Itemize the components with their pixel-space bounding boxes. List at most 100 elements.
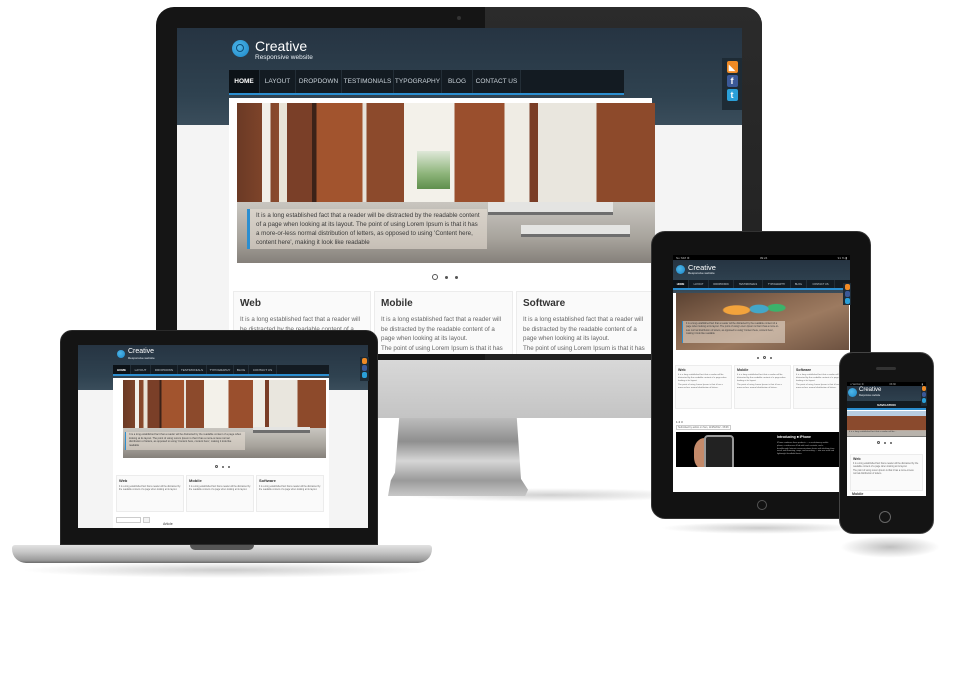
laptop-screen: Creative Responsive website HOME LAYOUT … (78, 345, 368, 528)
twitter-icon[interactable] (844, 298, 850, 304)
feature-column-web: Web It is a long established fact that a… (675, 365, 732, 409)
hero-slider[interactable]: It is a long established fact that a rea… (123, 380, 326, 458)
column-text: It is a long established fact that a rea… (853, 463, 919, 469)
slide-dot-2[interactable] (763, 356, 766, 359)
column-text: It is a long established fact that a rea… (259, 486, 321, 492)
battery-icon: 91 % ▮ (837, 255, 847, 260)
search-button[interactable] (143, 517, 150, 523)
column-title: Web (853, 457, 861, 461)
pagination[interactable]: 1 2 3 (676, 420, 683, 424)
facebook-icon[interactable]: f (726, 75, 738, 87)
slide-dot-1[interactable] (215, 465, 218, 468)
rss-icon[interactable] (922, 386, 926, 391)
column-title: Web (240, 298, 261, 309)
phone-screen: Creative Responsive website NAVIGATION I… (847, 386, 926, 496)
nav-testimonials[interactable]: TESTIMONIALS (342, 70, 394, 93)
social-sidebar (921, 386, 927, 406)
slide-dot-1[interactable] (877, 441, 880, 444)
column-title: Software (259, 478, 276, 483)
site-subtitle: Responsive website (255, 54, 313, 61)
twitter-icon[interactable] (362, 372, 367, 378)
facebook-icon[interactable] (922, 392, 926, 397)
main-nav: HOME LAYOUT DROPDOWN TESTIMONIALS TYPOGR… (673, 280, 850, 290)
site-subtitle: Responsive website (128, 356, 155, 360)
nav-contact-us[interactable]: CONTACT US (807, 280, 835, 288)
phone-shadow (840, 536, 940, 558)
nav-typography[interactable]: TYPOGRAPHY (763, 280, 791, 288)
nav-layout[interactable]: LAYOUT (260, 70, 296, 93)
site-logo-icon (676, 265, 685, 274)
twitter-icon[interactable] (922, 398, 926, 403)
site-title: Creative (128, 348, 155, 355)
hero-slider[interactable]: It is a long established fact that a rea… (237, 103, 655, 263)
nav-layout[interactable]: LAYOUT (689, 280, 709, 288)
feature-columns: Web It is a long established fact that a… (116, 475, 324, 512)
nav-home[interactable]: HOME (673, 280, 689, 288)
slider-caption: It is a long established fact that a rea… (125, 432, 245, 450)
feature-column-web: Web It is a long established fact that a… (116, 475, 184, 512)
facebook-icon[interactable] (844, 291, 850, 297)
feature-column-software: Software It is a long established fact t… (516, 291, 655, 354)
nav-dropdown[interactable]: DROPDOWN (296, 70, 342, 93)
hero-slider[interactable]: It is a long established fact that a rea… (847, 411, 926, 437)
nav-typography[interactable]: TYPOGRAPHY (207, 365, 234, 374)
column-text: It is a long established fact that a rea… (381, 316, 502, 342)
column-text-2: The point of using Lorem Ipsum is that i… (853, 469, 914, 476)
site-subtitle: Responsive website (859, 394, 881, 397)
nav-contact-us[interactable]: CONTACT US (249, 365, 277, 374)
site-title: Creative (859, 387, 882, 393)
rss-icon[interactable] (844, 284, 850, 290)
facebook-icon[interactable] (362, 365, 367, 371)
hero-slider[interactable]: It is a long established fact that a rea… (676, 293, 849, 350)
slide-dot-2[interactable] (445, 275, 448, 279)
slide-dot-3[interactable] (455, 275, 458, 279)
feature-column-software: Software It is a long established fact t… (256, 475, 324, 512)
slide-dot-3[interactable] (890, 441, 892, 444)
twitter-icon[interactable]: t (726, 89, 738, 101)
slider-dots (757, 356, 772, 359)
nav-typography[interactable]: TYPOGRAPHY (394, 70, 442, 93)
nav-testimonials[interactable]: TESTIMONIALS (734, 280, 763, 288)
slide-dot-2[interactable] (884, 441, 886, 444)
slider-caption: It is a long established fact that a rea… (247, 209, 487, 249)
site-logo-icon (232, 40, 249, 57)
nav-blog[interactable]: BLOG (442, 70, 473, 93)
phone-home-button[interactable] (879, 511, 891, 523)
slide-dot-3[interactable] (228, 465, 230, 468)
feature-column-mobile: Mobile It is a long established fact tha… (734, 365, 791, 409)
column-text: It is a long established fact that a rea… (119, 486, 181, 492)
nav-layout[interactable]: LAYOUT (131, 365, 151, 374)
nav-testimonials[interactable]: TESTIMONIALS (178, 365, 207, 374)
mobile-nav-toggle[interactable]: NAVIGATION (847, 401, 926, 410)
rss-icon[interactable] (362, 358, 367, 364)
main-nav: HOME LAYOUT DROPDOWN TESTIMONIALS TYPOGR… (229, 70, 624, 95)
nav-dropdown[interactable]: DROPDOWN (709, 280, 734, 288)
tablet-shadow (660, 522, 860, 534)
column-text: It is a long established fact that a rea… (737, 374, 786, 383)
site-title: Creative (255, 38, 308, 54)
nav-home[interactable]: HOME (229, 70, 260, 93)
nav-dropdown[interactable]: DROPDOWN (151, 365, 178, 374)
slide-dot-3[interactable] (770, 356, 772, 359)
rss-icon[interactable]: ◣ (726, 61, 738, 73)
nav-home[interactable]: HOME (113, 365, 131, 374)
column-title: Mobile (737, 368, 749, 372)
feature-columns: Web It is a long established fact that a… (675, 365, 850, 409)
laptop-notch (190, 545, 254, 550)
carrier: No SIM ⚙ (676, 255, 690, 260)
social-sidebar: ◣ f t (722, 58, 742, 110)
slide-dot-1[interactable] (757, 356, 759, 359)
nav-blog[interactable]: BLOG (234, 365, 249, 374)
slide-dot-2[interactable] (222, 465, 224, 468)
site-subtitle: Responsive website (688, 271, 715, 275)
nav-blog[interactable]: BLOG (791, 280, 807, 288)
slider-dots (215, 465, 230, 468)
nav-contact-us[interactable]: CONTACT US (473, 70, 521, 93)
search-input[interactable] (116, 517, 141, 523)
iphone-promo-banner[interactable]: Introducing ■ iPhone iPhone combines thr… (676, 432, 839, 467)
promo-title: Introducing ■ iPhone (777, 435, 811, 439)
tablet-home-button[interactable] (757, 500, 767, 510)
site-logo-icon (117, 350, 125, 358)
slide-dot-1[interactable] (432, 274, 438, 280)
slider-dots (877, 441, 892, 444)
